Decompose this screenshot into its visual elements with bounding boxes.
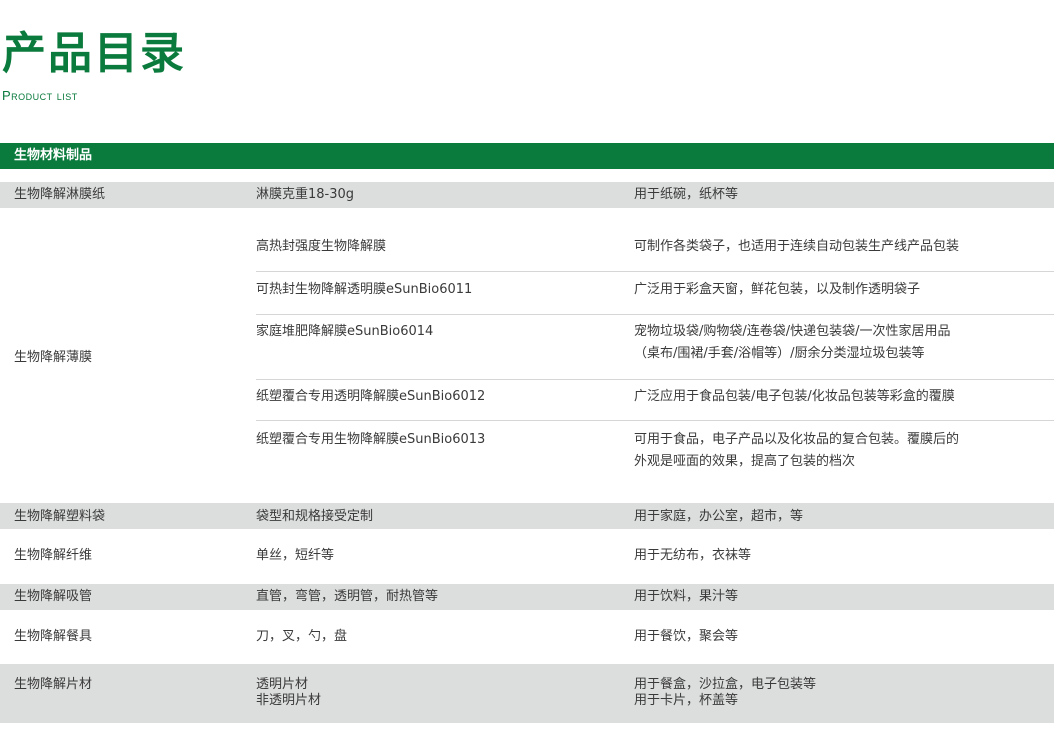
usage-cell: 用于纸碗，纸杯等: [634, 187, 739, 202]
table-row-fiber: 生物降解纤维 单丝，短纤等 用于无纺布，衣袜等: [0, 529, 1054, 584]
spec-cell-line-2: 非透明片材: [256, 693, 322, 708]
usage-cell-line-1: 可用于食品，电子产品以及化妆品的复合包装。覆膜后的: [634, 432, 960, 447]
page-subtitle: Product list: [2, 88, 78, 103]
usage-cell: 广泛应用于食品包装/电子包装/化妆品包装等彩盒的覆膜: [634, 389, 955, 404]
spec-cell: 纸塑覆合专用生物降解膜eSunBio6013: [256, 432, 486, 447]
usage-cell-line-1: 宠物垃圾袋/购物袋/连卷袋/快递包装袋/一次性家居用品: [634, 324, 951, 339]
category-cell: 生物降解塑料袋: [14, 509, 106, 524]
usage-cell: 可制作各类袋子，也适用于连续自动包装生产线产品包装: [634, 239, 960, 254]
usage-cell: 用于无纺布，衣袜等: [634, 548, 752, 563]
spec-cell-line-1: 透明片材: [256, 677, 309, 692]
spec-cell: 可热封生物降解透明膜eSunBio6011: [256, 282, 473, 297]
table-row-tableware: 生物降解餐具 刀，叉，勺，盘 用于餐饮，聚会等: [0, 610, 1054, 664]
usage-cell-line-2: 用于卡片，杯盖等: [634, 693, 739, 708]
film-item-row: 家庭堆肥降解膜eSunBio6014 宠物垃圾袋/购物袋/连卷袋/快递包装袋/一…: [256, 315, 1054, 380]
film-item-row: 纸塑覆合专用生物降解膜eSunBio6013 可用于食品，电子产品以及化妆品的复…: [256, 421, 1054, 491]
category-cell: 生物降解片材: [14, 677, 93, 692]
spec-cell: 淋膜克重18-30g: [256, 187, 355, 202]
spec-cell: 高热封强度生物降解膜: [256, 239, 387, 254]
table-row-straw: 生物降解吸管 直管，弯管，透明管，耐热管等 用于饮料，果汁等: [0, 584, 1054, 610]
spec-cell: 单丝，短纤等: [256, 548, 335, 563]
spec-cell: 刀，叉，勺，盘: [256, 629, 348, 644]
film-item-row: 纸塑覆合专用透明降解膜eSunBio6012 广泛应用于食品包装/电子包装/化妆…: [256, 380, 1054, 421]
usage-cell-line-2: 外观是哑面的效果，提高了包装的档次: [634, 454, 856, 469]
category-cell: 生物降解吸管: [14, 589, 93, 604]
film-item-row: 高热封强度生物降解膜 可制作各类袋子，也适用于连续自动包装生产线产品包装: [256, 228, 1054, 272]
usage-cell-line-1: 用于餐盒，沙拉盒，电子包装等: [634, 677, 817, 692]
category-cell: 生物降解薄膜: [14, 350, 93, 365]
spec-cell: 袋型和规格接受定制: [256, 509, 374, 524]
table-row-coated-paper: 生物降解淋膜纸 淋膜克重18-30g 用于纸碗，纸杯等: [0, 182, 1054, 208]
spec-cell: 家庭堆肥降解膜eSunBio6014: [256, 324, 434, 339]
table-row-film: 生物降解薄膜 高热封强度生物降解膜 可制作各类袋子，也适用于连续自动包装生产线产…: [0, 208, 1054, 503]
table-row-plastic-bag: 生物降解塑料袋 袋型和规格接受定制 用于家庭，办公室，超市，等: [0, 503, 1054, 529]
usage-cell: 广泛用于彩盒天窗，鲜花包装，以及制作透明袋子: [634, 282, 921, 297]
page-title: 产品目录: [2, 28, 186, 79]
table-row-sheet: 生物降解片材 透明片材 非透明片材 用于餐盒，沙拉盒，电子包装等 用于卡片，杯盖…: [0, 664, 1054, 723]
usage-cell: 用于餐饮，聚会等: [634, 629, 739, 644]
category-cell: 生物降解纤维: [14, 548, 93, 563]
category-cell: 生物降解餐具: [14, 629, 93, 644]
usage-cell: 用于饮料，果汁等: [634, 589, 739, 604]
film-item-row: 可热封生物降解透明膜eSunBio6011 广泛用于彩盒天窗，鲜花包装，以及制作…: [256, 272, 1054, 315]
usage-cell: 用于家庭，办公室，超市，等: [634, 509, 804, 524]
category-cell: 生物降解淋膜纸: [14, 187, 106, 202]
spec-cell: 纸塑覆合专用透明降解膜eSunBio6012: [256, 389, 486, 404]
spec-cell: 直管，弯管，透明管，耐热管等: [256, 589, 439, 604]
section-header-bio-materials: 生物材料制品: [0, 143, 1054, 169]
usage-cell-line-2: （桌布/围裙/手套/浴帽等）/厨余分类湿垃圾包装等: [634, 346, 925, 361]
